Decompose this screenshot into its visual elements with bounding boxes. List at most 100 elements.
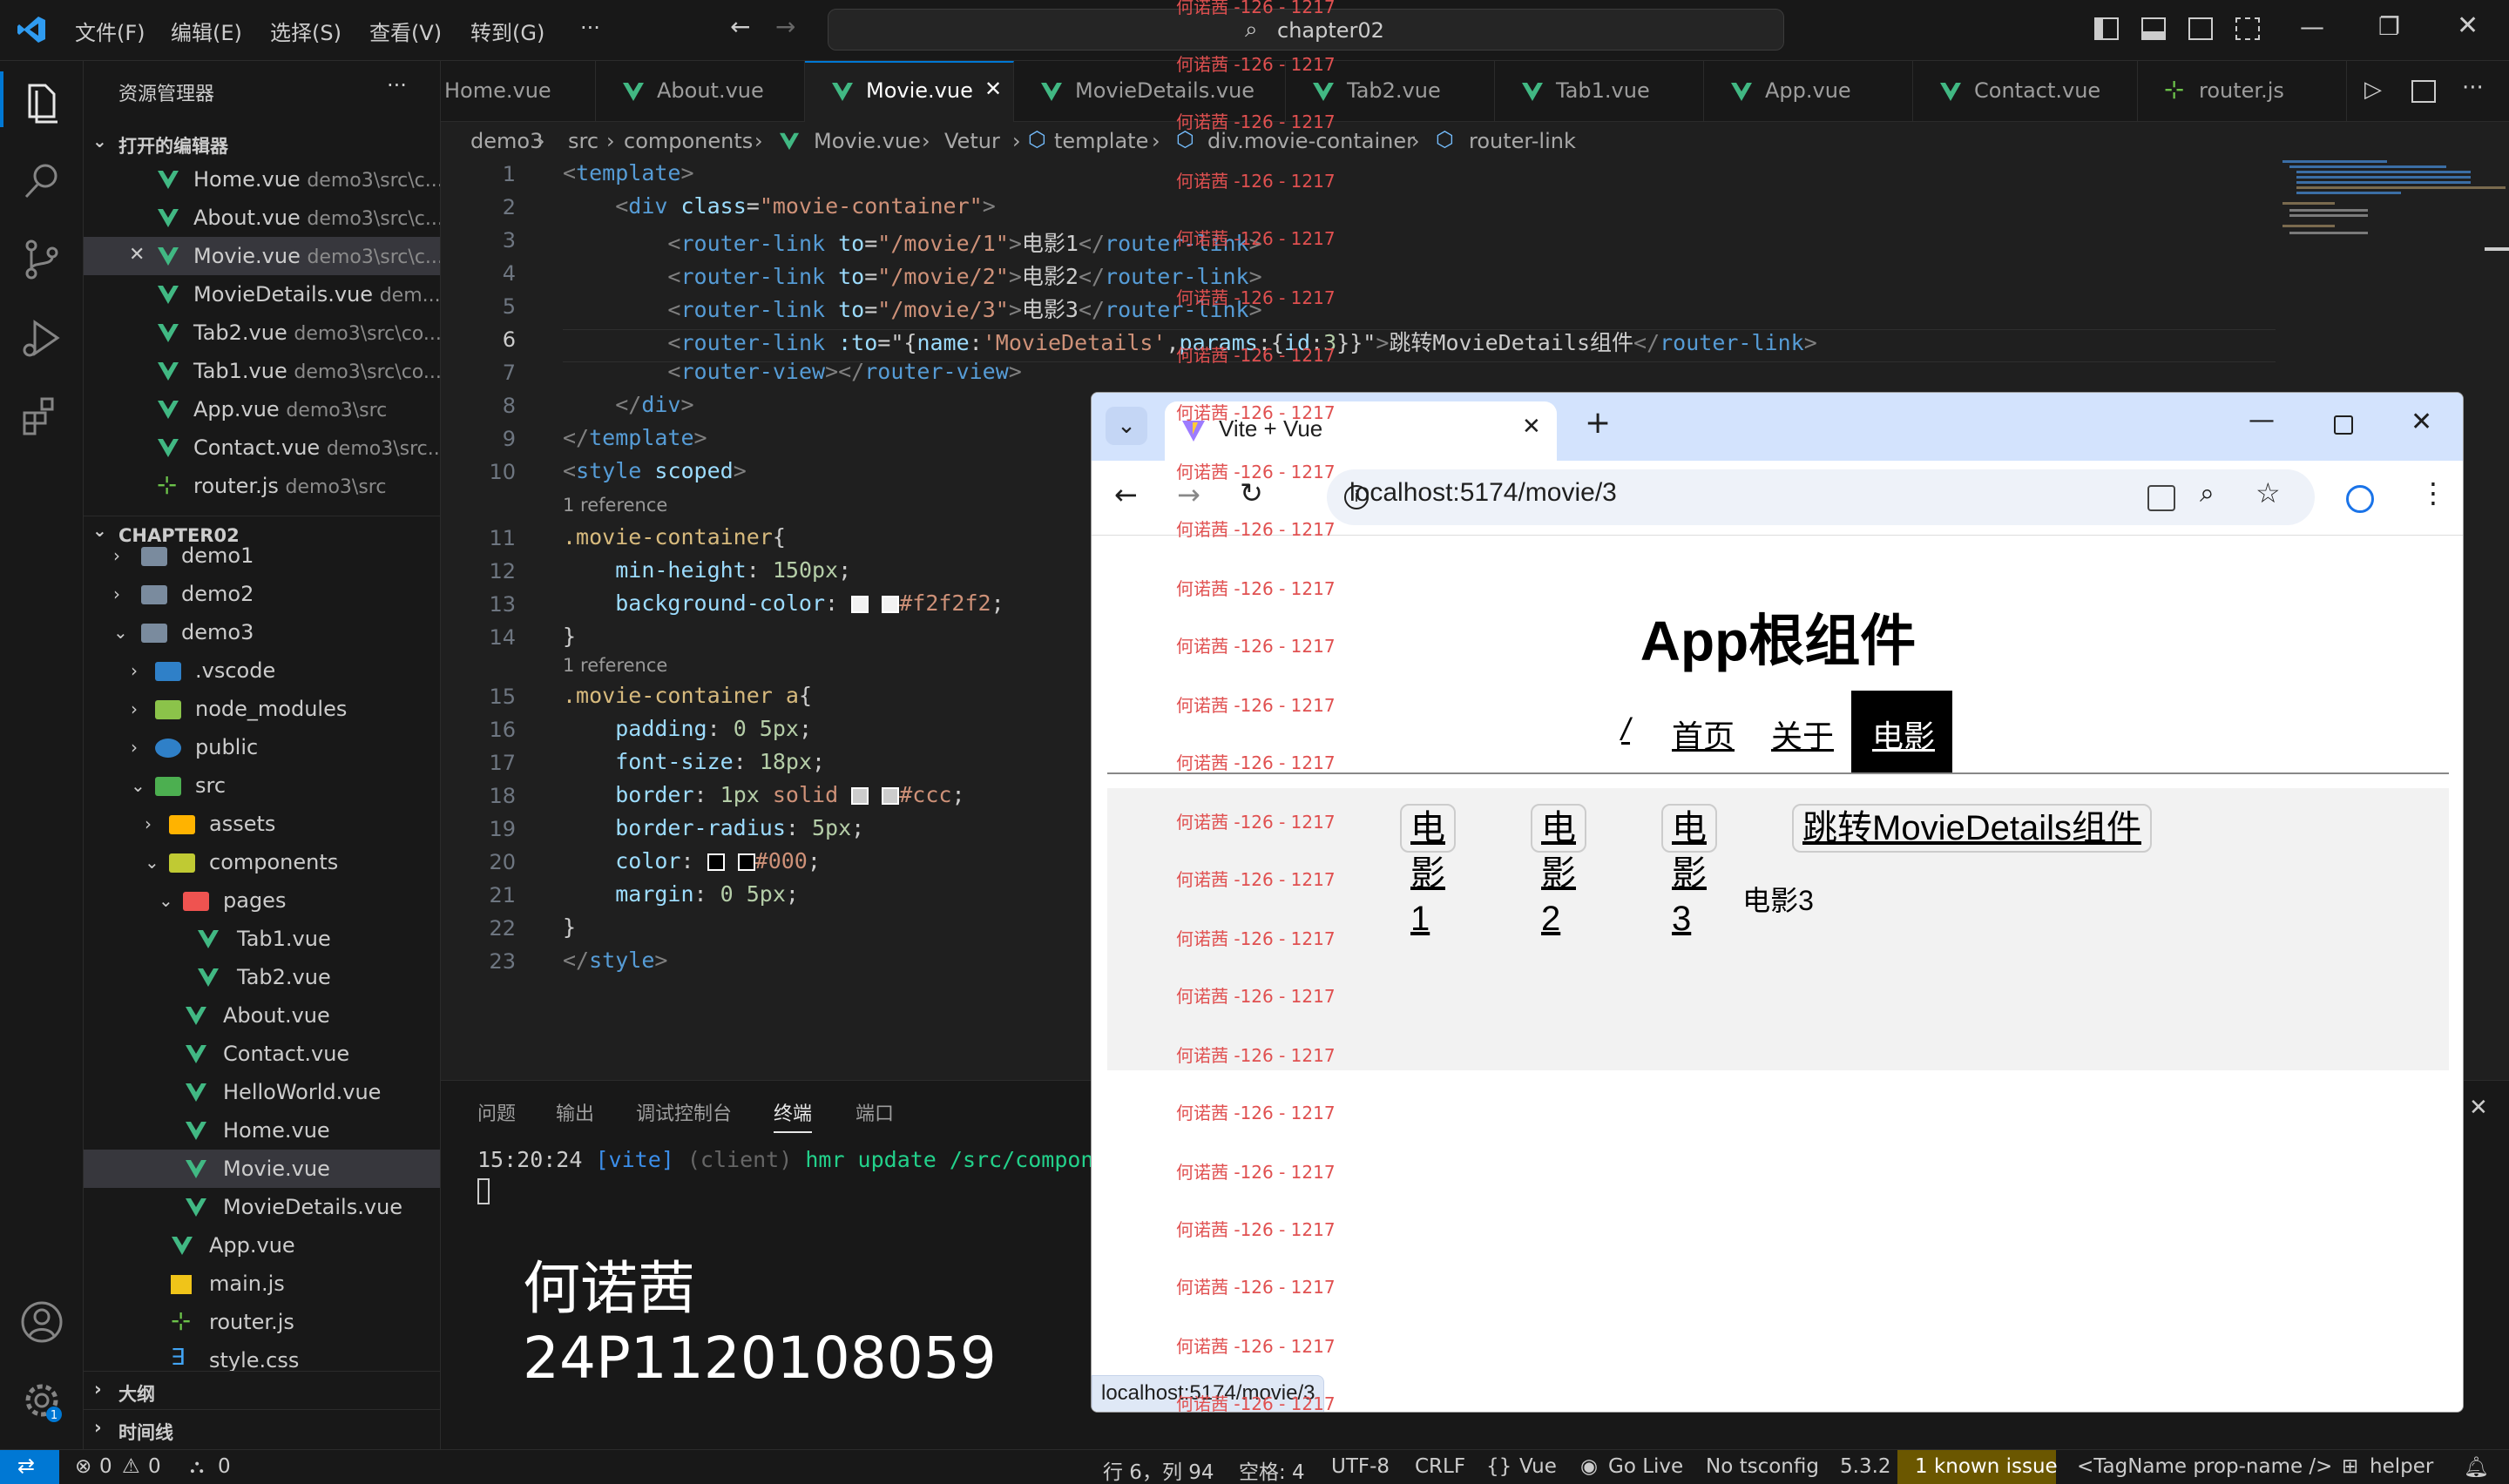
errors-icon[interactable]: ⊗ <box>75 1455 91 1478</box>
code-line[interactable]: border-radius: 5px; <box>563 815 864 840</box>
menu-more[interactable]: ··· <box>580 16 600 40</box>
helper-status[interactable]: helper <box>2370 1455 2433 1478</box>
ts-version[interactable]: 5.3.2 <box>1840 1455 1891 1478</box>
file-tab2[interactable]: Tab2.vue <box>84 958 440 996</box>
remote-indicator[interactable]: ⇄ <box>0 1450 59 1484</box>
cursor-position[interactable]: 行 6，列 94 <box>1103 1455 1214 1484</box>
folder-public[interactable]: › public <box>84 728 440 766</box>
toggle-panel-icon[interactable] <box>2141 17 2166 40</box>
code-line[interactable]: </template> <box>563 425 707 450</box>
file-movie-selected[interactable]: Movie.vue <box>84 1150 440 1188</box>
codelens-reference[interactable]: 1 reference <box>563 655 667 676</box>
folder-demo3[interactable]: ⌄ demo3 <box>84 613 440 651</box>
close-tab-icon[interactable]: ✕ <box>1522 414 1541 440</box>
breadcrumb-item[interactable]: components <box>624 129 753 153</box>
extensions-icon[interactable] <box>17 392 66 441</box>
known-issue-badge[interactable]: 1 known issue <box>1897 1450 2058 1484</box>
tab-contact[interactable]: Contact.vue <box>1913 61 2138 122</box>
code-line[interactable]: <router-link to="/movie/2">电影2</router-l… <box>563 260 1261 291</box>
new-tab-icon[interactable]: + <box>1585 405 1611 441</box>
code-line[interactable]: margin: 0 5px; <box>563 881 799 907</box>
file-main-js[interactable]: main.js <box>84 1265 440 1303</box>
tab-tab1[interactable]: Tab1.vue <box>1495 61 1704 122</box>
warning-count[interactable]: 0 <box>148 1455 161 1478</box>
menu-selection[interactable]: 选择(S) <box>270 16 342 46</box>
code-line[interactable]: color: #000; <box>563 848 821 874</box>
code-line[interactable]: <template> <box>563 160 694 186</box>
movie-link-3[interactable]: 电影3 <box>1661 804 1717 938</box>
open-editor-item[interactable]: App.vue demo3\src <box>84 390 440 428</box>
code-line[interactable]: background-color: #f2f2f2; <box>563 590 1004 616</box>
close-editor-icon[interactable]: ✕ <box>129 244 145 266</box>
tab-router[interactable]: ⊹ router.js <box>2138 61 2347 122</box>
bookmark-star-icon[interactable]: ☆ <box>2255 476 2281 509</box>
code-line[interactable]: .movie-container{ <box>563 524 786 550</box>
run-icon[interactable]: ▷ <box>2364 77 2382 103</box>
nav-link-root[interactable]: / <box>1621 712 1630 748</box>
panel-tab-terminal[interactable]: 终端 <box>774 1098 813 1133</box>
tagname-status[interactable]: <TagName prop-name /> <box>2077 1455 2332 1478</box>
error-count[interactable]: 0 <box>99 1455 112 1478</box>
terminal-output[interactable]: 15:20:24 [vite] (client) hmr update /src… <box>477 1147 1093 1172</box>
browser-menu-icon[interactable]: ⋮ <box>2419 476 2447 509</box>
run-debug-icon[interactable] <box>17 314 66 362</box>
back-arrow-icon[interactable]: ← <box>1114 478 1138 511</box>
notifications-bell-icon[interactable]: 🔔︎ <box>2464 1455 2489 1479</box>
ports-icon[interactable]: ⛬ <box>190 1455 204 1478</box>
code-line[interactable]: min-height: 150px; <box>563 557 851 583</box>
nav-link-about[interactable]: 关于 <box>1771 712 1834 757</box>
restore-icon[interactable]: ❐ <box>2378 12 2400 41</box>
accounts-icon[interactable] <box>17 1298 66 1346</box>
close-window-icon[interactable]: ✕ <box>2411 407 2432 437</box>
forward-arrow-icon[interactable]: → <box>775 12 795 41</box>
close-panel-icon[interactable]: ✕ <box>2469 1095 2488 1121</box>
tab-app[interactable]: App.vue <box>1704 61 1913 122</box>
line-endings[interactable]: CRLF <box>1415 1455 1465 1478</box>
menu-go[interactable]: 转到(G) <box>470 16 544 46</box>
tsconfig-status[interactable]: No tsconfig <box>1706 1455 1819 1478</box>
nav-link-home[interactable]: 首页 <box>1672 712 1735 757</box>
code-line[interactable]: </div> <box>563 392 693 417</box>
go-live-button[interactable]: Go Live <box>1608 1455 1683 1478</box>
code-line[interactable]: } <box>563 914 576 940</box>
close-tab-icon[interactable]: ✕ <box>984 77 1002 101</box>
tab-home[interactable]: Home.vue <box>441 61 596 122</box>
minimize-icon[interactable]: — <box>2300 12 2324 41</box>
code-line[interactable]: </style> <box>563 948 667 973</box>
menu-file[interactable]: 文件(F) <box>75 16 145 46</box>
menu-view[interactable]: 查看(V) <box>369 16 442 46</box>
folder-demo2[interactable]: › demo2 <box>84 575 440 613</box>
code-line[interactable]: <router-link to="/movie/1">电影1</router-l… <box>563 226 1261 258</box>
back-arrow-icon[interactable]: ← <box>730 12 750 41</box>
panel-tab-output[interactable]: 输出 <box>556 1098 594 1126</box>
breadcrumb-item[interactable]: template <box>1054 129 1148 153</box>
open-editor-item-active[interactable]: ✕ Movie.vue demo3\src\c... <box>84 237 440 275</box>
open-editor-item[interactable]: About.vue demo3\src\c... <box>84 199 440 237</box>
encoding[interactable]: UTF-8 <box>1331 1455 1390 1478</box>
code-line[interactable]: <style scoped> <box>563 458 747 483</box>
folder-node-modules[interactable]: › node_modules <box>84 690 440 728</box>
ports-count[interactable]: 0 <box>218 1455 231 1478</box>
code-line[interactable]: <router-link to="/movie/3">电影3</router-l… <box>563 293 1261 324</box>
zoom-icon[interactable]: ⌕ <box>2200 478 2215 509</box>
file-app[interactable]: App.vue <box>84 1226 440 1265</box>
breadcrumb-item[interactable]: Vetur <box>944 129 1000 153</box>
outline-header[interactable]: › 大纲 <box>84 1371 440 1409</box>
code-line[interactable]: padding: 0 5px; <box>563 716 812 741</box>
split-editor-icon[interactable] <box>2411 80 2436 103</box>
settings-gear-icon[interactable]: 1 <box>17 1376 66 1425</box>
file-moviedetails[interactable]: MovieDetails.vue <box>84 1188 440 1226</box>
minimap[interactable] <box>2282 160 2506 247</box>
breadcrumb-item[interactable]: demo3 <box>470 129 543 153</box>
file-tab1[interactable]: Tab1.vue <box>84 920 440 958</box>
file-helloworld[interactable]: HelloWorld.vue <box>84 1073 440 1111</box>
breadcrumb-item[interactable]: Movie.vue <box>814 129 921 153</box>
customize-layout-icon[interactable] <box>2235 17 2260 40</box>
open-editor-item[interactable]: Contact.vue demo3\src... <box>84 428 440 467</box>
codelens-reference[interactable]: 1 reference <box>563 495 667 516</box>
file-home[interactable]: Home.vue <box>84 1111 440 1150</box>
search-icon[interactable] <box>17 157 66 206</box>
toggle-secondary-sidebar-icon[interactable] <box>2188 17 2213 40</box>
warning-icon[interactable]: ⚠ <box>122 1455 140 1478</box>
panel-tab-debug-console[interactable]: 调试控制台 <box>636 1098 732 1126</box>
